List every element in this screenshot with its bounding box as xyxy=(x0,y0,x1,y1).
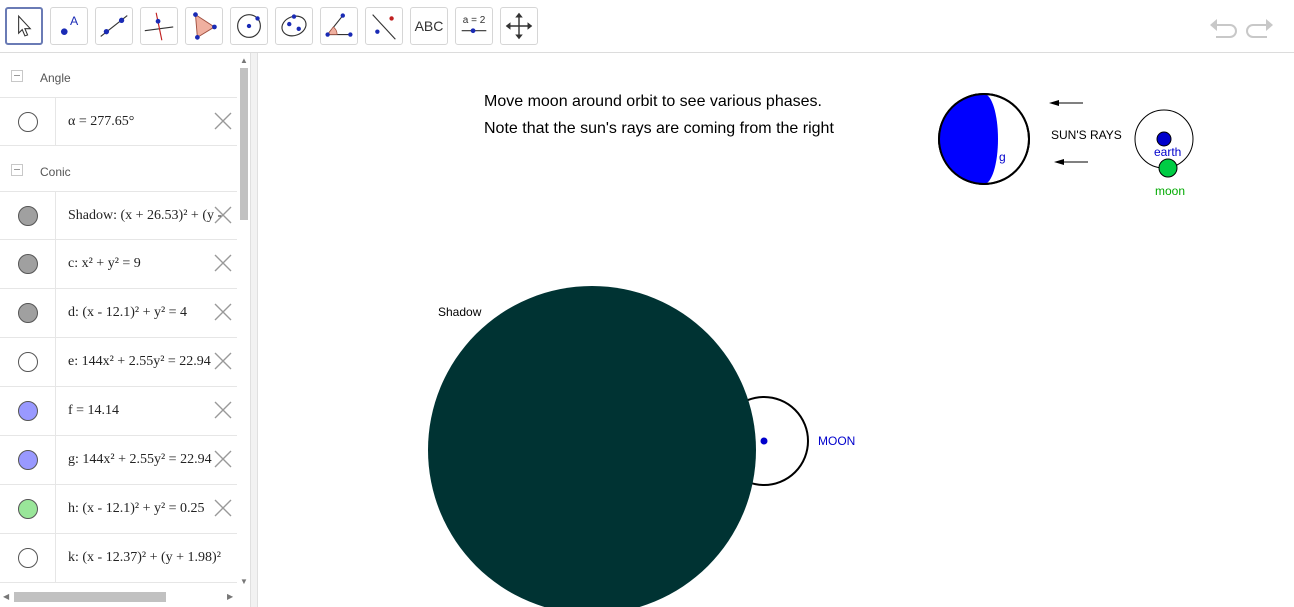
shadow-circle[interactable] xyxy=(428,286,756,607)
algebra-expression[interactable]: f = 14.14 xyxy=(68,403,119,419)
scroll-left-icon[interactable]: ◀ xyxy=(3,592,9,601)
undo-button[interactable] xyxy=(1208,13,1238,41)
delete-x-icon[interactable] xyxy=(212,399,234,421)
slider-tool-button[interactable]: a = 2 xyxy=(455,7,493,45)
visibility-marble-icon[interactable] xyxy=(18,352,38,372)
point-tool-label: A xyxy=(70,14,79,28)
group-header-angle[interactable]: Angle xyxy=(0,53,237,97)
earth-label: earth xyxy=(1154,145,1182,159)
graphics-view[interactable]: Move moon around orbit to see various ph… xyxy=(258,53,1294,607)
visibility-marble-icon[interactable] xyxy=(18,548,38,568)
algebra-row-c[interactable]: c: x² + y² = 9 xyxy=(0,240,237,289)
polygon-icon xyxy=(193,12,217,40)
angle-tool-button[interactable] xyxy=(320,7,358,45)
perpendicular-tool-button[interactable] xyxy=(140,7,178,45)
line-tool-button[interactable] xyxy=(95,7,133,45)
shadow-label: Shadow xyxy=(438,305,482,319)
algebra-expression[interactable]: e: 144x² + 2.55y² = 22.94 xyxy=(68,354,211,370)
earth-dot xyxy=(1156,131,1172,147)
point-icon: A xyxy=(60,14,79,35)
visibility-marble-icon[interactable] xyxy=(18,401,38,421)
algebra-horizontal-scrollbar[interactable] xyxy=(14,592,166,602)
algebra-expression[interactable]: α = 277.65° xyxy=(68,114,134,130)
delete-x-icon[interactable] xyxy=(212,204,234,226)
small-moon-dot[interactable] xyxy=(1158,158,1178,178)
algebra-row-shadow[interactable]: Shadow: (x + 26.53)² + (y - xyxy=(0,191,237,240)
move-graphics-tool-button[interactable] xyxy=(500,7,538,45)
circle-tool-button[interactable] xyxy=(230,7,268,45)
redo-icon xyxy=(1246,19,1273,38)
algebra-vertical-scrollbar[interactable] xyxy=(240,68,248,220)
toolbar: A ABC a = 2 xyxy=(0,0,1294,53)
text-tool-label: ABC xyxy=(414,18,444,34)
phase-shaded-area[interactable] xyxy=(939,94,998,184)
ellipse-icon xyxy=(281,14,307,37)
collapse-minus-icon[interactable] xyxy=(11,70,23,82)
algebra-expression[interactable]: Shadow: (x + 26.53)² + (y - xyxy=(68,208,222,224)
cursor-arrow-icon xyxy=(18,14,32,37)
visibility-marble-icon[interactable] xyxy=(18,206,38,226)
visibility-marble-icon[interactable] xyxy=(18,303,38,323)
small-moon-label: moon xyxy=(1155,184,1186,198)
move-tool-button[interactable] xyxy=(5,7,43,45)
group-header-conic[interactable]: Conic xyxy=(0,147,237,191)
algebra-row-g[interactable]: g: 144x² + 2.55y² = 22.94 xyxy=(0,436,237,485)
moon-label: MOON xyxy=(818,434,856,448)
group-name-angle: Angle xyxy=(40,71,71,85)
algebra-row-h[interactable]: h: (x - 12.1)² + y² = 0.25 xyxy=(0,485,237,534)
reflect-line-icon xyxy=(372,14,396,40)
graphics-canvas[interactable] xyxy=(258,53,1294,607)
delete-x-icon[interactable] xyxy=(212,448,234,470)
moon-point[interactable] xyxy=(760,437,768,445)
angle-icon xyxy=(325,13,353,37)
algebra-expression[interactable]: g: 144x² + 2.55y² = 22.94 xyxy=(68,452,212,468)
reflect-tool-button[interactable] xyxy=(365,7,403,45)
suns-rays-label: SUN'S RAYS xyxy=(1051,128,1122,142)
view-divider[interactable] xyxy=(250,53,258,607)
arrow-left-icon xyxy=(1054,159,1064,165)
delete-x-icon[interactable] xyxy=(212,252,234,274)
collapse-minus-icon[interactable] xyxy=(11,164,23,176)
slider-icon xyxy=(461,28,487,34)
scroll-up-icon[interactable]: ▲ xyxy=(240,56,248,65)
algebra-row-d[interactable]: d: (x - 12.1)² + y² = 4 xyxy=(0,289,237,338)
algebra-row-k[interactable]: k: (x - 12.37)² + (y + 1.98)² xyxy=(0,534,237,583)
scroll-right-icon[interactable]: ▶ xyxy=(227,592,233,601)
delete-x-icon[interactable] xyxy=(212,350,234,372)
undo-icon xyxy=(1210,19,1237,38)
perpendicular-line-icon xyxy=(144,12,174,41)
move-arrows-icon xyxy=(505,12,533,40)
circle-center-point-icon xyxy=(237,14,261,38)
group-name-conic: Conic xyxy=(40,165,71,179)
delete-x-icon[interactable] xyxy=(212,110,234,132)
algebra-view: Angle α = 277.65° Conic Shadow: (x + 26.… xyxy=(0,53,250,607)
algebra-row-e[interactable]: e: 144x² + 2.55y² = 22.94 xyxy=(0,338,237,387)
visibility-marble-icon[interactable] xyxy=(18,499,38,519)
text-tool-button[interactable]: ABC xyxy=(410,7,448,45)
algebra-expression[interactable]: h: (x - 12.1)² + y² = 0.25 xyxy=(68,501,205,517)
scroll-down-icon[interactable]: ▼ xyxy=(240,577,248,586)
redo-button[interactable] xyxy=(1245,13,1275,41)
arrow-left-icon xyxy=(1049,100,1059,106)
phase-label: g xyxy=(999,150,1006,164)
algebra-row-alpha[interactable]: α = 277.65° xyxy=(0,97,237,146)
algebra-expression[interactable]: d: (x - 12.1)² + y² = 4 xyxy=(68,305,187,321)
delete-x-icon[interactable] xyxy=(212,301,234,323)
line-icon xyxy=(100,15,128,37)
ellipse-tool-button[interactable] xyxy=(275,7,313,45)
algebra-row-f[interactable]: f = 14.14 xyxy=(0,387,237,436)
visibility-marble-icon[interactable] xyxy=(18,254,38,274)
visibility-marble-icon[interactable] xyxy=(18,112,38,132)
polygon-tool-button[interactable] xyxy=(185,7,223,45)
delete-x-icon[interactable] xyxy=(212,497,234,519)
algebra-expression[interactable]: c: x² + y² = 9 xyxy=(68,256,141,272)
point-tool-button[interactable]: A xyxy=(50,7,88,45)
visibility-marble-icon[interactable] xyxy=(18,450,38,470)
algebra-expression[interactable]: k: (x - 12.37)² + (y + 1.98)² xyxy=(68,550,221,566)
